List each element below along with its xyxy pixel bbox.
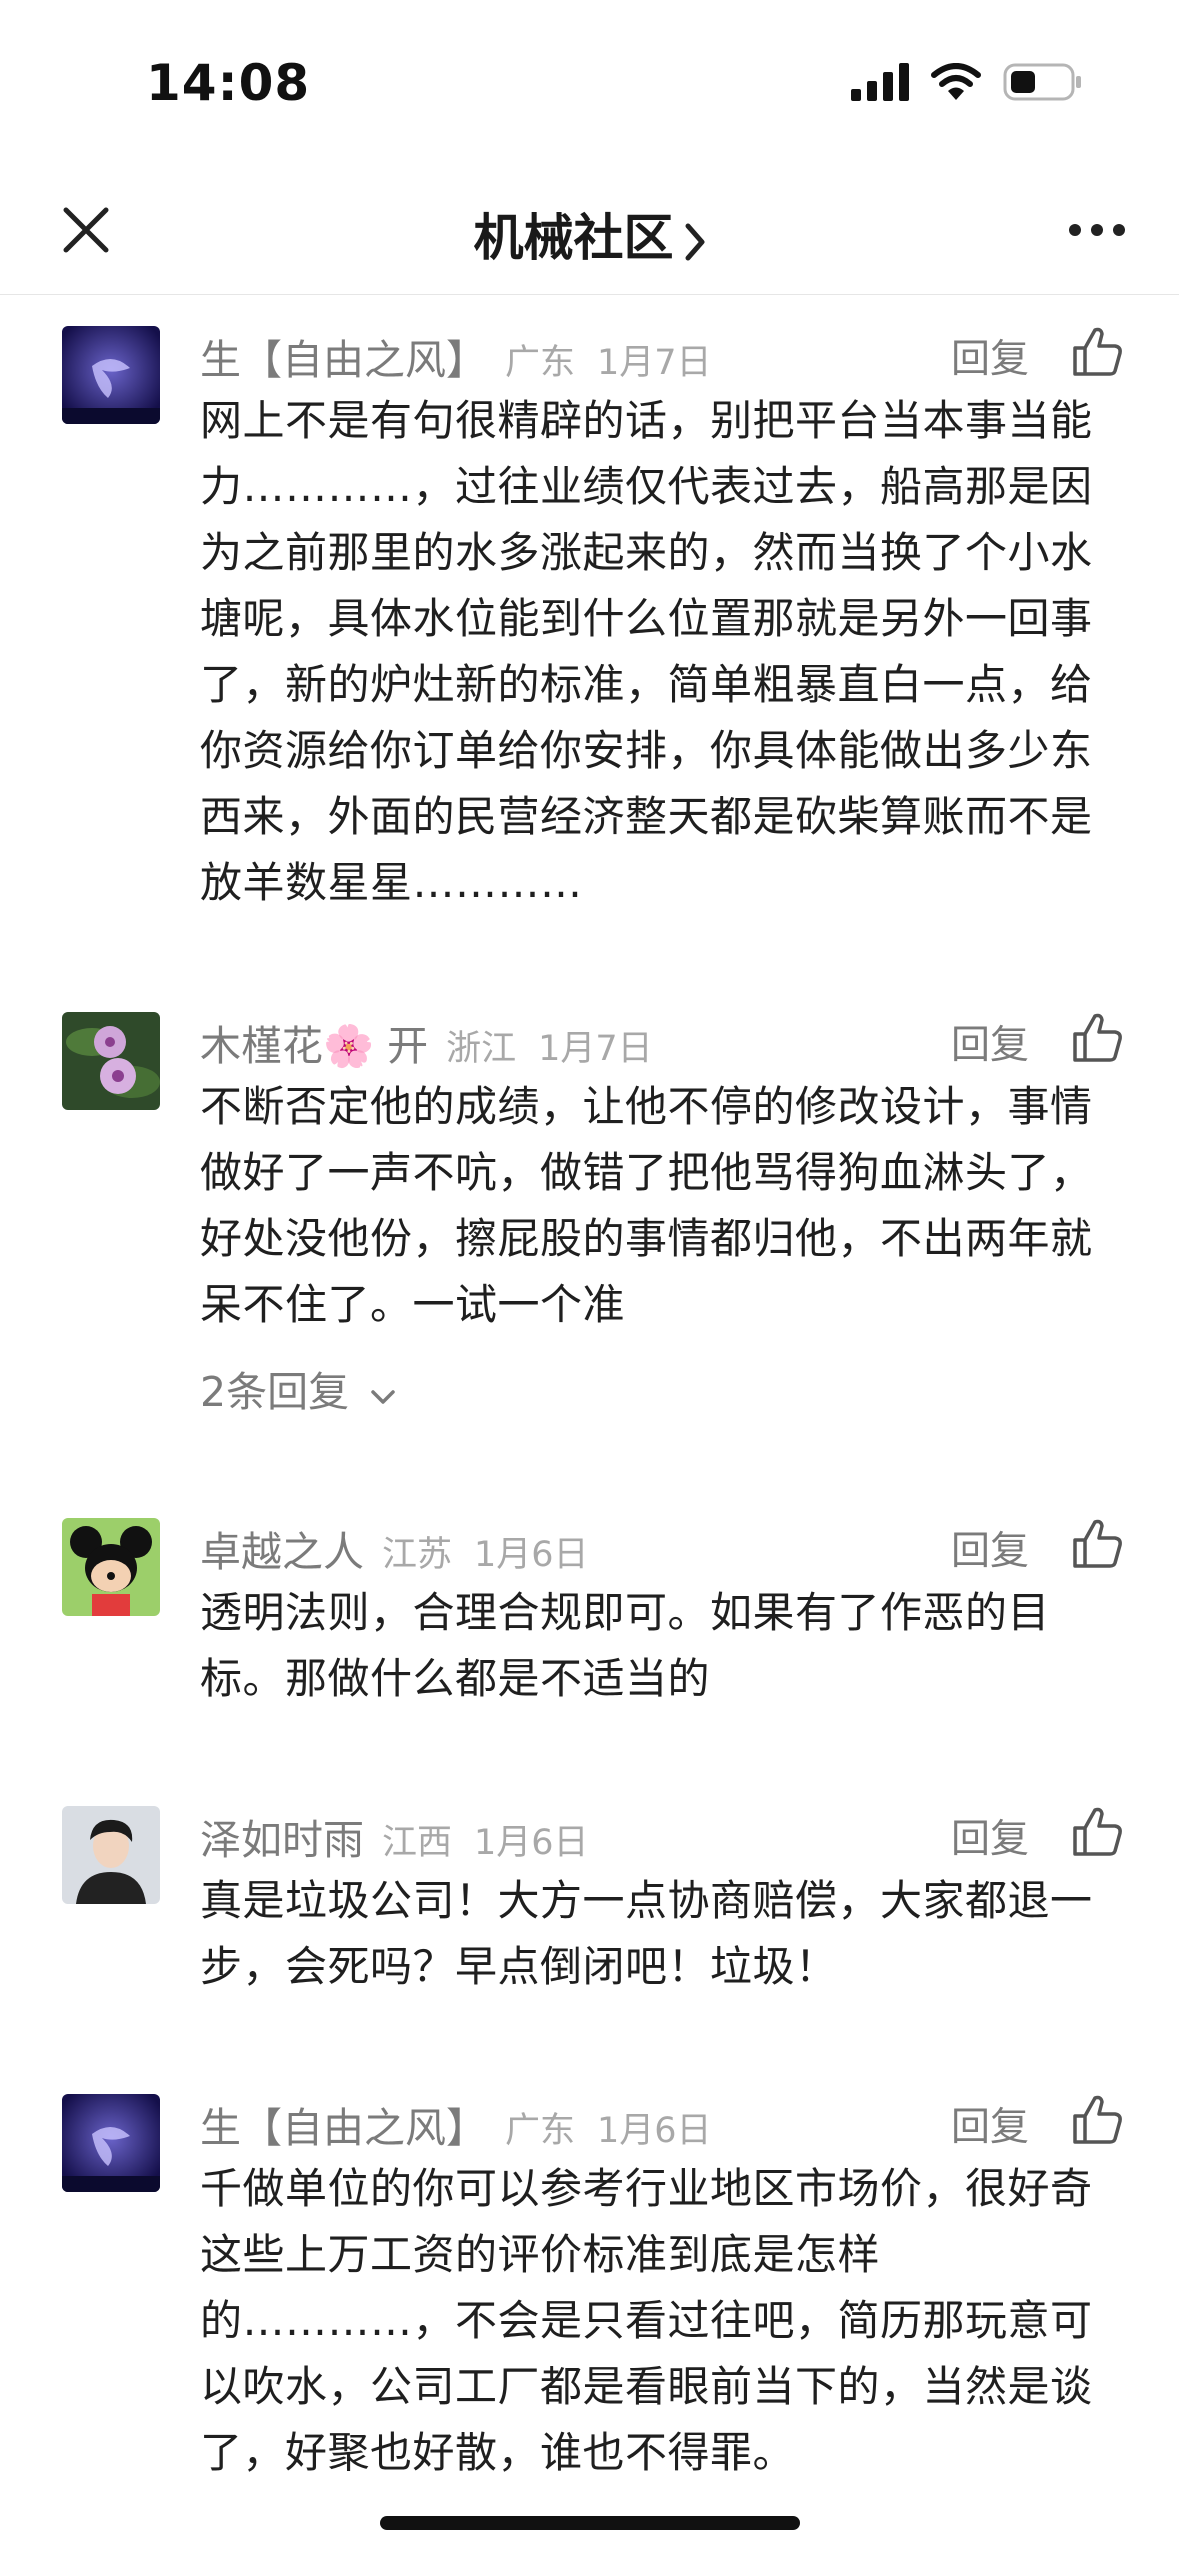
comment-date: 1月6日 <box>597 2111 712 2151</box>
chevron-right-icon <box>685 223 704 260</box>
comment-text: 透明法则，合理合规即可。如果有了作恶的目标。那做什么都是不适当的 <box>200 1588 1051 1703</box>
comment-header: 生【自由之风】 广东 1月6日 回复 <box>200 2094 1139 2154</box>
avatar[interactable] <box>62 2094 160 2192</box>
comment-location: 广东 <box>505 2111 576 2151</box>
reply-button[interactable]: 回复 <box>951 1520 1029 1576</box>
more-icon[interactable] <box>1067 220 1127 240</box>
thumbs-up-icon[interactable] <box>1071 324 1125 378</box>
comment-text: 网上不是有句很精辟的话，别把平台当本事当能力…………，过往业绩仅代表过去，船高那… <box>200 396 1093 907</box>
comment-text: 不断否定他的成绩，让他不停的修改设计，事情做好了一声不吭，做错了把他骂得狗血淋头… <box>200 1082 1093 1329</box>
comment-header: 泽如时雨 江西 1月6日 回复 <box>200 1806 1139 1866</box>
comment-location: 浙江 <box>446 1029 517 1069</box>
nav-title-text: 机械社区 <box>473 209 674 267</box>
thumbs-up-icon[interactable] <box>1071 1804 1125 1858</box>
reply-button[interactable]: 回复 <box>951 1014 1029 1070</box>
commenter-name[interactable]: 生【自由之风】 <box>200 336 487 384</box>
comment-text: 千做单位的你可以参考行业地区市场价，很好奇这些上万工资的评价标准到底是怎样的……… <box>200 2164 1093 2477</box>
reply-button[interactable]: 回复 <box>951 1808 1029 1864</box>
status-time: 14:08 <box>146 54 311 112</box>
reply-button[interactable]: 回复 <box>951 2096 1029 2152</box>
comment-header: 卓越之人 江苏 1月6日 回复 <box>200 1518 1139 1578</box>
commenter-name[interactable]: 木槿花🌸 开 <box>200 1022 428 1070</box>
battery-icon <box>1003 63 1081 101</box>
avatar[interactable] <box>62 326 160 424</box>
thumbs-up-icon[interactable] <box>1071 1010 1125 1064</box>
home-indicator[interactable] <box>380 2516 800 2530</box>
thumbs-up-icon[interactable] <box>1071 2092 1125 2146</box>
commenter-name[interactable]: 卓越之人 <box>200 1528 364 1576</box>
wifi-icon <box>931 63 981 100</box>
thumbs-up-icon[interactable] <box>1071 1516 1125 1570</box>
comment-header: 生【自由之风】 广东 1月7日 回复 <box>200 326 1139 386</box>
nav-bar: 机械社区 <box>0 170 1179 295</box>
community-title-link[interactable]: 机械社区 <box>0 198 1179 270</box>
comment-location: 广东 <box>505 343 576 383</box>
commenter-name[interactable]: 泽如时雨 <box>200 1816 364 1864</box>
cellular-signal-icon <box>851 63 909 101</box>
avatar[interactable] <box>62 1518 160 1616</box>
comment-date: 1月6日 <box>474 1535 589 1575</box>
comment-date: 1月7日 <box>597 343 712 383</box>
view-replies-button[interactable]: 2条回复 <box>200 1358 396 1418</box>
chevron-down-icon <box>371 1390 395 1404</box>
comment-location: 江苏 <box>382 1535 453 1575</box>
avatar[interactable] <box>62 1806 160 1904</box>
comment-header: 木槿花🌸 开浙江 1月7日 回复 <box>200 1012 1139 1072</box>
reply-button[interactable]: 回复 <box>951 328 1029 384</box>
status-bar: 14:08 <box>0 0 1179 170</box>
comment-date: 1月6日 <box>474 1823 589 1863</box>
comment-date: 1月7日 <box>538 1029 653 1069</box>
comment-text: 真是垃圾公司！大方一点协商赔偿，大家都退一步，会死吗？早点倒闭吧！垃圾！ <box>200 1876 1093 1991</box>
commenter-name[interactable]: 生【自由之风】 <box>200 2104 487 2152</box>
comment-location: 江西 <box>382 1823 453 1863</box>
replies-count: 2条回复 <box>200 1368 350 1416</box>
avatar[interactable] <box>62 1012 160 1110</box>
status-icons <box>851 62 1083 102</box>
